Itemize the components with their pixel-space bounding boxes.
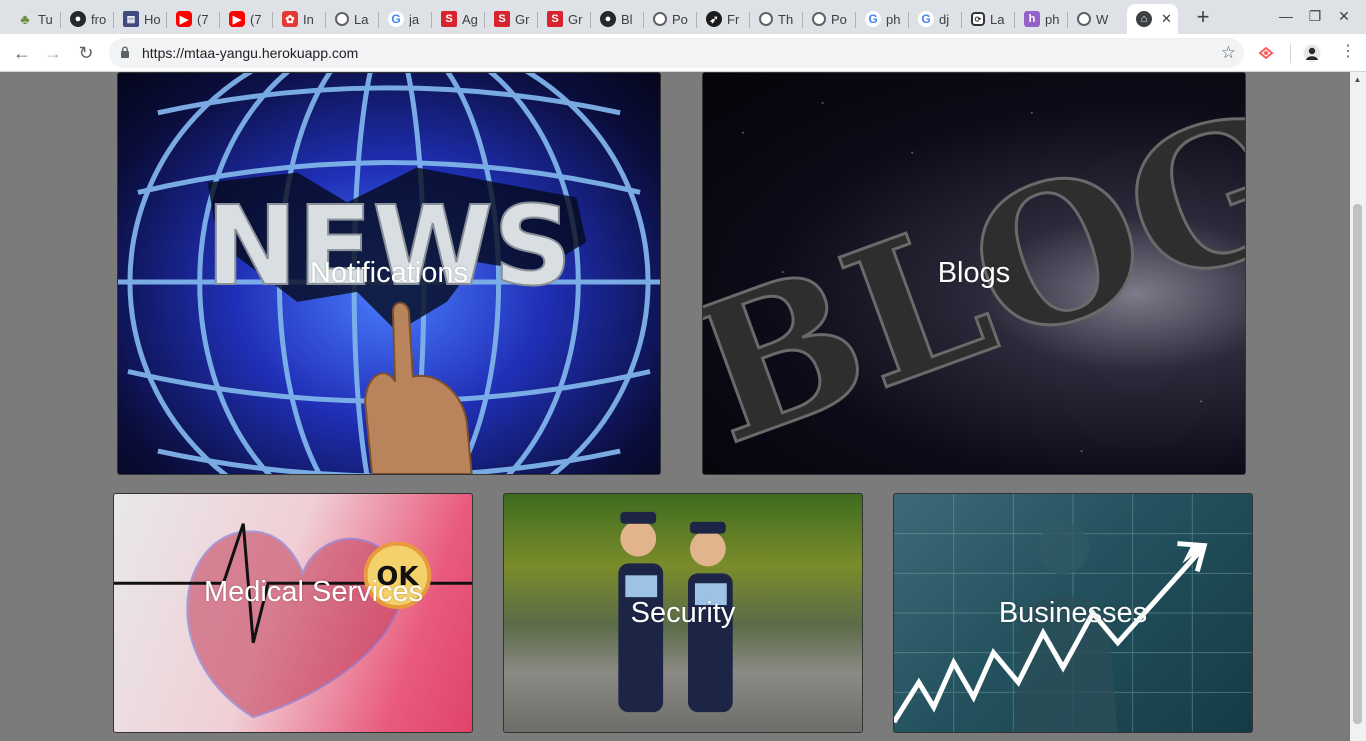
globe-icon <box>812 12 826 26</box>
address-bar[interactable]: https://mtaa-yangu.herokuapp.com ☆ <box>109 38 1244 68</box>
hackerrank-icon: ▤ <box>123 11 139 27</box>
tab-13[interactable]: Po <box>644 4 697 34</box>
tab-18[interactable]: Gdj <box>909 4 962 34</box>
medical-services-label: Medical Services <box>204 576 424 608</box>
tab-19[interactable]: ⟳ La <box>962 4 1015 34</box>
page-viewport: NEWS Notifications BLOG Blogs OK Medical… <box>0 72 1350 741</box>
extension-icon[interactable] <box>1257 44 1275 62</box>
tab-title: Th <box>778 11 794 27</box>
back-icon[interactable]: ← <box>10 41 34 65</box>
tab-title: La <box>990 11 1005 27</box>
tab-title: Ag <box>462 11 478 27</box>
tab-6[interactable]: ✿ In <box>273 4 326 34</box>
businesses-card[interactable]: Businesses <box>893 493 1253 733</box>
globe-icon <box>759 12 773 26</box>
menu-kebab-icon[interactable]: ⋮ <box>1340 42 1356 62</box>
news-word: NEWS <box>206 182 572 310</box>
tab-title: (7 <box>197 11 209 27</box>
instagram-like-icon: ✿ <box>282 11 298 27</box>
tab-21[interactable]: W <box>1068 4 1121 34</box>
tab-15[interactable]: Th <box>750 4 803 34</box>
youtube-icon: ▶ <box>229 11 245 27</box>
tab-title: (7 <box>250 11 262 27</box>
profile-avatar[interactable] <box>1303 44 1321 62</box>
businesses-label: Businesses <box>998 596 1148 629</box>
github-icon: ● <box>600 11 616 27</box>
new-tab-button[interactable]: + <box>1189 4 1217 29</box>
tab-16[interactable]: Po <box>803 4 856 34</box>
google-icon: G <box>388 11 404 27</box>
youtube-icon: ▶ <box>176 11 192 27</box>
home-icon: ⌂ <box>1136 11 1152 27</box>
minimize-icon[interactable]: — <box>1276 8 1296 24</box>
security-card[interactable]: Security <box>503 493 863 733</box>
tab-5[interactable]: ▶ (7 <box>220 4 273 34</box>
blogs-label: Blogs <box>937 257 1011 289</box>
s-icon: S <box>494 11 510 27</box>
globe-icon <box>1077 12 1091 26</box>
tab-title: Bl <box>621 11 633 27</box>
restore-icon[interactable]: ❐ <box>1305 8 1325 25</box>
tab-title: Gr <box>568 11 583 27</box>
tab-17[interactable]: Gph <box>856 4 909 34</box>
reload-icon[interactable]: ↻ <box>74 41 98 65</box>
page-scrollbar[interactable]: ▲ <box>1350 72 1366 741</box>
security-label: Security <box>630 596 736 629</box>
url-text: https://mtaa-yangu.herokuapp.com <box>142 45 359 61</box>
toolbar-divider <box>1290 43 1291 63</box>
tab-title: ja <box>409 11 420 27</box>
tab-7[interactable]: La <box>326 4 379 34</box>
heart-ok-image: OK <box>114 523 472 719</box>
tab-title: ph <box>1045 11 1060 27</box>
medical-services-card[interactable]: OK Medical Services <box>113 493 473 733</box>
scroll-up-icon[interactable]: ▲ <box>1353 76 1362 84</box>
tab-title: ph <box>886 11 901 27</box>
tab-10[interactable]: S Gr <box>485 4 538 34</box>
tab-14[interactable]: ➶ Fr <box>697 4 750 34</box>
close-tab-icon[interactable]: ✕ <box>1161 11 1172 27</box>
tab-9[interactable]: S Ag <box>432 4 485 34</box>
tree-icon: ♣ <box>20 11 30 27</box>
bookmark-star-icon[interactable]: ☆ <box>1221 43 1236 63</box>
tab-2[interactable]: ● fro <box>61 4 114 34</box>
blogs-card[interactable]: BLOG Blogs <box>702 72 1246 475</box>
notifications-card[interactable]: NEWS Notifications <box>117 72 661 475</box>
tab-title: fro <box>91 11 107 27</box>
tab-title: In <box>303 11 314 27</box>
tab-12[interactable]: ● Bl <box>591 4 644 34</box>
tab-title: La <box>354 11 369 27</box>
lastpass-icon: ⟳ <box>971 12 985 26</box>
tab-title: W <box>1096 11 1109 27</box>
scroll-thumb[interactable] <box>1353 204 1362 724</box>
feather-icon: ➶ <box>706 11 722 27</box>
tab-1[interactable]: ♣ Tu <box>8 4 61 34</box>
tab-8[interactable]: Gja <box>379 4 432 34</box>
globe-icon <box>335 12 349 26</box>
google-icon: G <box>918 11 934 27</box>
s-icon: S <box>547 11 563 27</box>
tab-title: Gr <box>515 11 530 27</box>
tab-title: Po <box>672 11 688 27</box>
forward-icon[interactable]: → <box>41 41 65 65</box>
tab-3[interactable]: ▤ Ho <box>114 4 167 34</box>
github-icon: ● <box>70 11 86 27</box>
tab-title: dj <box>939 11 950 27</box>
lock-icon <box>121 46 129 58</box>
close-window-icon[interactable]: ✕ <box>1334 8 1354 25</box>
google-icon: G <box>865 11 881 27</box>
globe-icon <box>653 12 667 26</box>
tab-20[interactable]: h ph <box>1015 4 1068 34</box>
tab-active[interactable]: ⌂ ✕ <box>1127 4 1178 34</box>
s-icon: S <box>441 11 457 27</box>
tab-title: Po <box>831 11 847 27</box>
browser-toolbar: ← → ↻ https://mtaa-yangu.herokuapp.com ☆… <box>0 34 1366 72</box>
tab-4[interactable]: ▶ (7 <box>167 4 220 34</box>
tab-strip: ♣ Tu ● fro ▤ Ho ▶ (7 ▶ (7 ✿ In La Gja S Ag S Gr … <box>0 0 1366 34</box>
tab-title: Fr <box>727 11 740 27</box>
heroku-icon: h <box>1024 11 1040 27</box>
tab-11[interactable]: S Gr <box>538 4 591 34</box>
tab-title: Tu <box>38 11 53 27</box>
tab-title: Ho <box>144 11 161 27</box>
notifications-label: Notifications <box>310 257 468 289</box>
